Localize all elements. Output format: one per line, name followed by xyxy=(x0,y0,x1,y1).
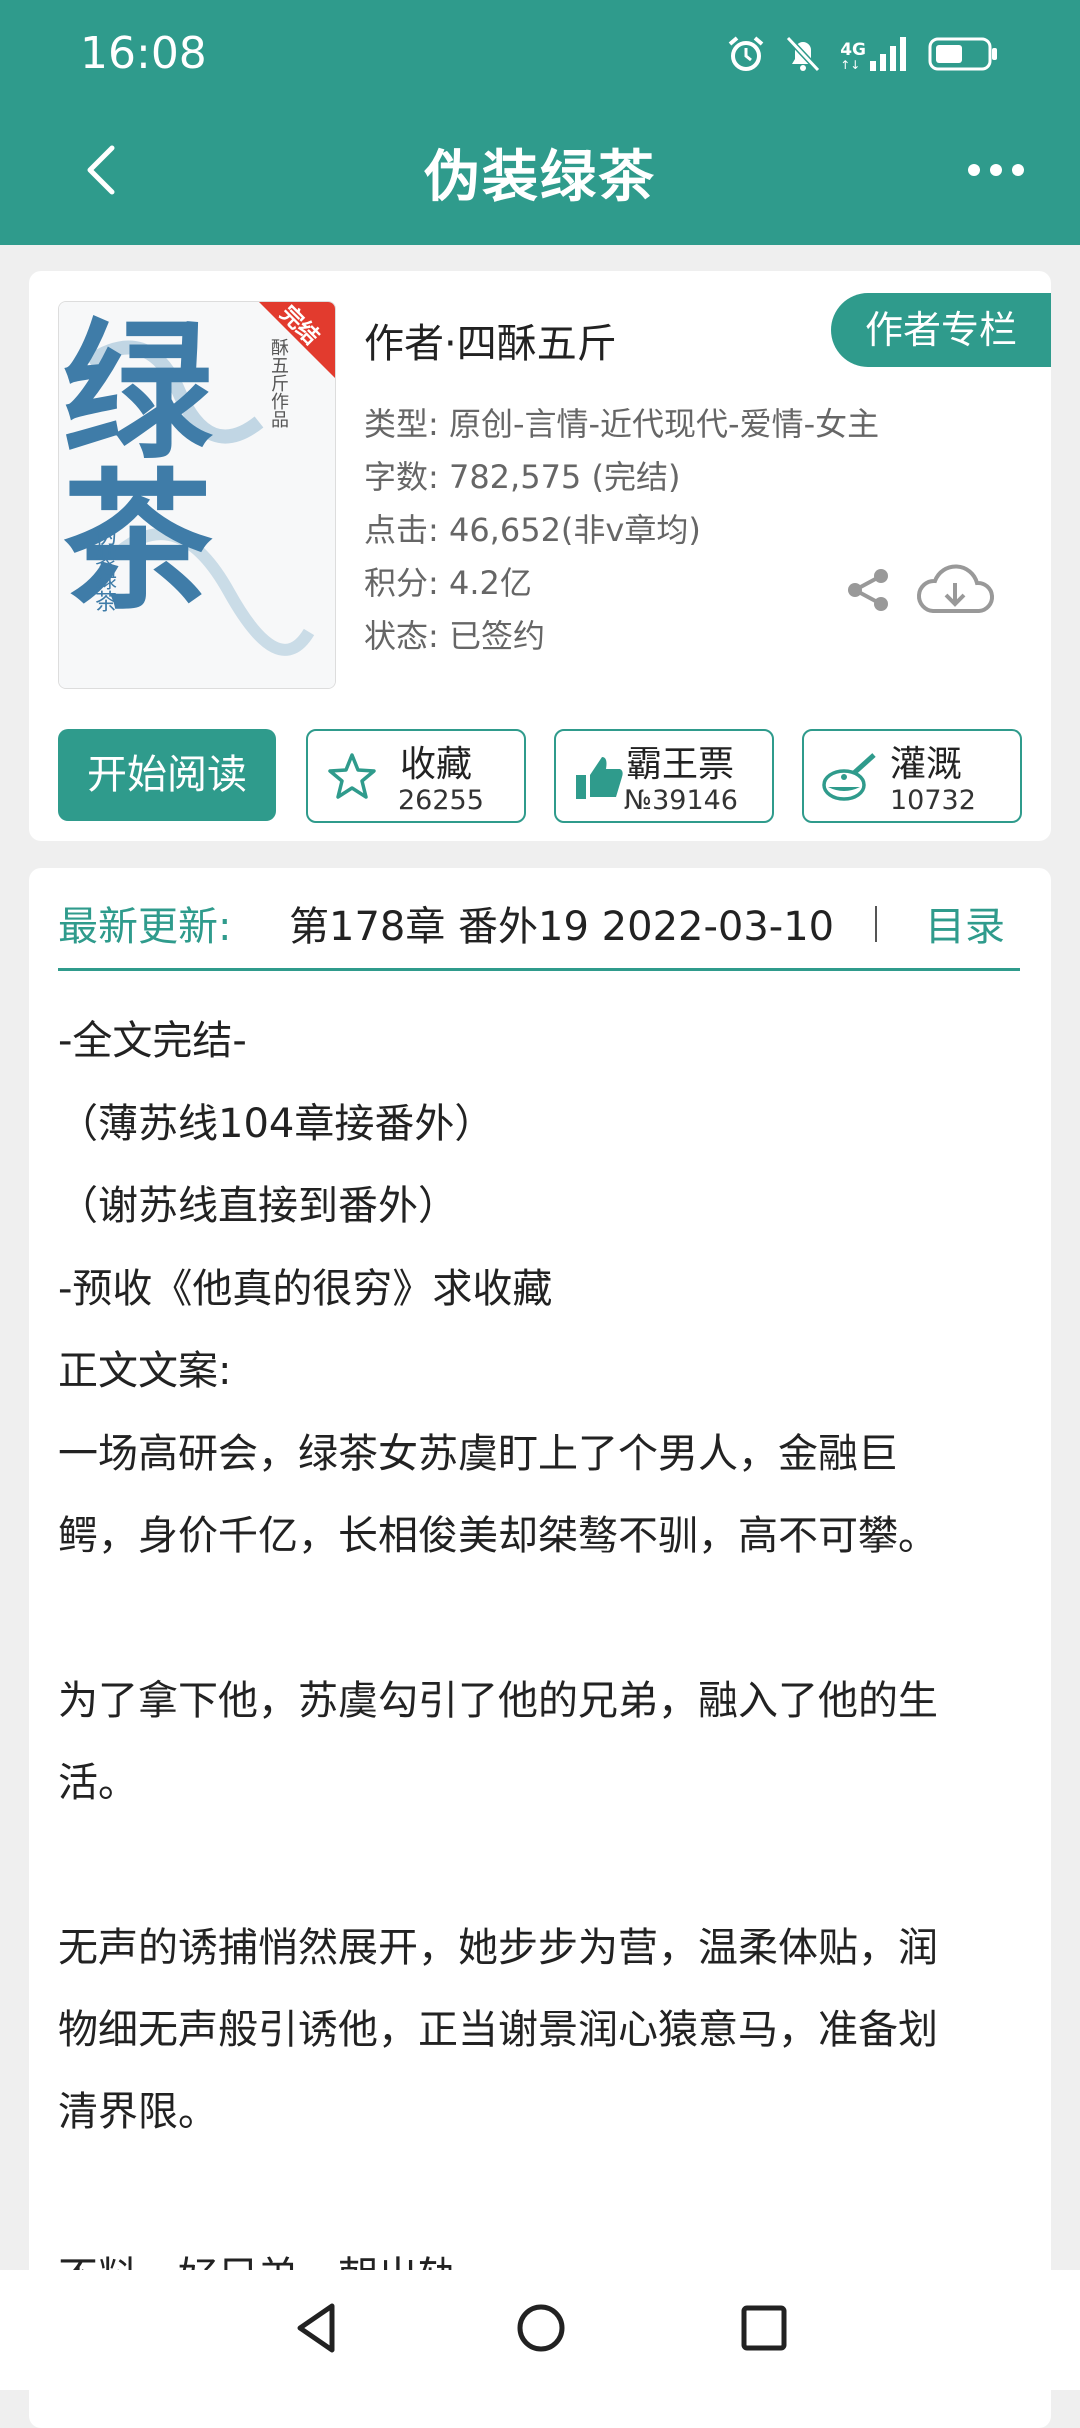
status-icons: 4G ↑↓ xyxy=(726,30,998,78)
book-status: 状态: 已签约 xyxy=(364,617,545,655)
page-title: 伪装绿茶 xyxy=(424,145,656,210)
signal-group: 4G ↑↓ xyxy=(840,37,910,71)
description-line: -预收《他真的很穷》求收藏 xyxy=(58,1266,553,1312)
author-name[interactable]: 作者·四酥五斤 xyxy=(364,311,617,369)
latest-update-label: 最新更新: xyxy=(58,904,232,950)
nav-back-icon[interactable] xyxy=(292,2300,340,2356)
download-cloud-icon[interactable] xyxy=(915,561,995,617)
book-score: 积分: 4.2亿 xyxy=(364,564,532,602)
description-line: （薄苏线104章接番外） xyxy=(58,1101,495,1147)
cover-author: 酥五斤作品 xyxy=(268,338,289,428)
description-line: 正文文案: xyxy=(58,1348,232,1394)
nav-recents-icon[interactable] xyxy=(738,2300,790,2356)
cover-subtitle: 伪装绿茶 xyxy=(91,524,116,612)
description-line: -全文完结- xyxy=(58,1018,247,1064)
description-line: 一场高研会，绿茶女苏虞盯上了个男人，金融巨 xyxy=(58,1431,898,1477)
vote-label: 霸王票 xyxy=(626,744,735,785)
description-line: 清界限。 xyxy=(58,2089,218,2135)
author-column-button[interactable]: 作者专栏 xyxy=(831,293,1051,367)
star-icon xyxy=(328,753,376,799)
status-time: 16:08 xyxy=(80,28,207,79)
description-line: 鳄，身价千亿，长相俊美却桀骜不驯，高不可攀。 xyxy=(58,1513,938,1559)
alarm-icon xyxy=(728,36,764,71)
app-header: 16:08 4G ↑↓ 伪装绿茶 xyxy=(0,0,1080,245)
water-count: 10732 xyxy=(890,785,976,816)
vote-count: №39146 xyxy=(624,785,738,816)
description-line: 活。 xyxy=(58,1760,138,1806)
nav-home-icon[interactable] xyxy=(515,2300,567,2356)
description-line: 为了拿下他，苏虞勾引了他的兄弟，融入了他的生 xyxy=(58,1678,938,1724)
book-description-card: 最新更新: 第178章 番外19 2022-03-10 目录 -全文完结- （薄… xyxy=(29,868,1051,2428)
collect-button[interactable]: 收藏 26255 xyxy=(306,729,526,823)
description-line: （谢苏线直接到番外） xyxy=(58,1183,458,1229)
description-line: 物细无声般引诱他，正当谢景润心猿意马，准备划 xyxy=(58,2007,938,2053)
description-line: 无声的诱捕悄然展开，她步步为营，温柔体贴，润 xyxy=(58,1925,938,1971)
collect-label: 收藏 xyxy=(400,744,473,785)
vote-button[interactable]: 霸王票 №39146 xyxy=(554,729,774,823)
thumbs-up-icon xyxy=(576,757,623,799)
book-cover[interactable]: 绿茶 伪装绿茶 酥五斤作品 完结 xyxy=(58,301,336,689)
table-of-contents-link[interactable]: 目录 xyxy=(925,894,1005,952)
water-label: 灌溉 xyxy=(890,744,963,785)
share-icon[interactable] xyxy=(845,567,891,613)
book-word-count: 字数: 782,575 (完结) xyxy=(364,458,681,496)
start-reading-button[interactable]: 开始阅读 xyxy=(58,729,276,821)
section-divider xyxy=(58,968,1020,971)
book-clicks: 点击: 46,652(非v章均) xyxy=(364,511,701,549)
battery-icon xyxy=(928,37,997,71)
toc-separator xyxy=(875,906,877,942)
collect-count: 26255 xyxy=(398,785,484,816)
more-menu-icon[interactable] xyxy=(964,150,1028,190)
book-type: 类型: 原创-言情-近代现代-爱情-女主 xyxy=(364,405,880,443)
book-info-card: 绿茶 伪装绿茶 酥五斤作品 完结 作者·四酥五斤 作者专栏 类型: 原创-言情-… xyxy=(29,271,1051,841)
watering-flask-icon xyxy=(822,753,876,801)
mute-bell-icon xyxy=(786,35,821,73)
network-label: 4G xyxy=(840,40,866,60)
signal-icon xyxy=(870,37,906,71)
system-nav-bar xyxy=(0,2270,1080,2390)
latest-chapter-link[interactable]: 第178章 番外19 2022-03-10 xyxy=(289,894,909,952)
water-button[interactable]: 灌溉 10732 xyxy=(802,729,1022,823)
